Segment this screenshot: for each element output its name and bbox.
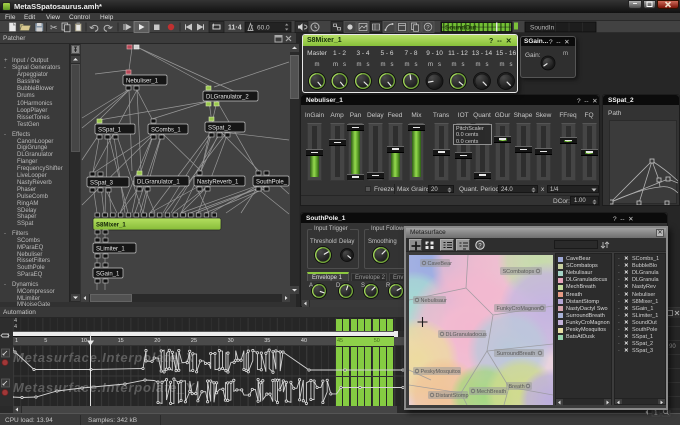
svg-text:m s: m s — [500, 62, 513, 68]
svg-text:SLimiter_1: SLimiter_1 — [96, 247, 125, 253]
svg-text:SurroundBreath: SurroundBreath — [497, 351, 536, 357]
svg-text:13 - 14: 13 - 14 — [472, 50, 493, 57]
svg-text:SoundIn: SoundIn — [530, 24, 555, 31]
svg-text:m s: m s — [357, 62, 370, 68]
svg-text:11·4: 11·4 — [228, 25, 242, 32]
svg-text:SCombatops: SCombatops — [503, 269, 535, 275]
svg-text:NastyReverb_1: NastyReverb_1 — [197, 180, 239, 186]
svg-text:DLGranuladocus: DLGranuladocus — [446, 332, 488, 338]
svg-text:7 - 8: 7 - 8 — [404, 50, 417, 57]
svg-text:MechBreath: MechBreath — [477, 389, 507, 395]
svg-text:SSpat_1: SSpat_1 — [98, 128, 122, 134]
svg-text:S8Mixer_1: S8Mixer_1 — [96, 223, 126, 229]
svg-text:1: 1 — [654, 410, 658, 417]
svg-text:DLGranulator_2: DLGranulator_2 — [206, 95, 249, 101]
svg-text:✂: ✂ — [50, 23, 58, 33]
svg-text:PeskyMosquitos: PeskyMosquitos — [421, 369, 461, 375]
svg-text:m s: m s — [428, 62, 441, 68]
svg-text:SGain_1: SGain_1 — [96, 272, 120, 278]
svg-text:m s: m s — [476, 62, 489, 68]
svg-text:m: m — [315, 62, 320, 68]
svg-text:CaveBear: CaveBear — [428, 261, 453, 267]
svg-text:m s: m s — [381, 62, 394, 68]
svg-text:SSpat_2: SSpat_2 — [208, 126, 232, 132]
svg-text:m s: m s — [452, 62, 465, 68]
svg-text:DLGranulator_1: DLGranulator_1 — [137, 180, 180, 186]
svg-text:1 - 2: 1 - 2 — [333, 50, 346, 57]
svg-text:Master: Master — [307, 50, 328, 57]
svg-text:9 - 10: 9 - 10 — [426, 50, 443, 57]
svg-text:15 - 16: 15 - 16 — [496, 50, 517, 57]
svg-text:SCombs_1: SCombs_1 — [151, 128, 181, 134]
svg-text:m s: m s — [405, 62, 418, 68]
svg-text:SoundOut: SoundOut — [445, 25, 477, 32]
svg-text:Breath: Breath — [509, 384, 525, 390]
svg-text:SouthPole_: SouthPole_ — [256, 180, 288, 186]
svg-text:FunkyCroMagnon: FunkyCroMagnon — [497, 306, 541, 312]
svg-text:Nebuliser_1: Nebuliser_1 — [126, 79, 159, 85]
svg-text:60.0: 60.0 — [257, 25, 270, 32]
svg-text:5 - 6: 5 - 6 — [380, 50, 393, 57]
svg-text:SSpat_3: SSpat_3 — [90, 181, 114, 187]
svg-text:DistantStomp: DistantStomp — [436, 393, 469, 399]
svg-text:11 - 12: 11 - 12 — [448, 50, 468, 57]
svg-text:3 - 4: 3 - 4 — [356, 50, 369, 57]
svg-text:Nebulisaur: Nebulisaur — [421, 298, 447, 304]
svg-text:m s: m s — [333, 62, 346, 68]
